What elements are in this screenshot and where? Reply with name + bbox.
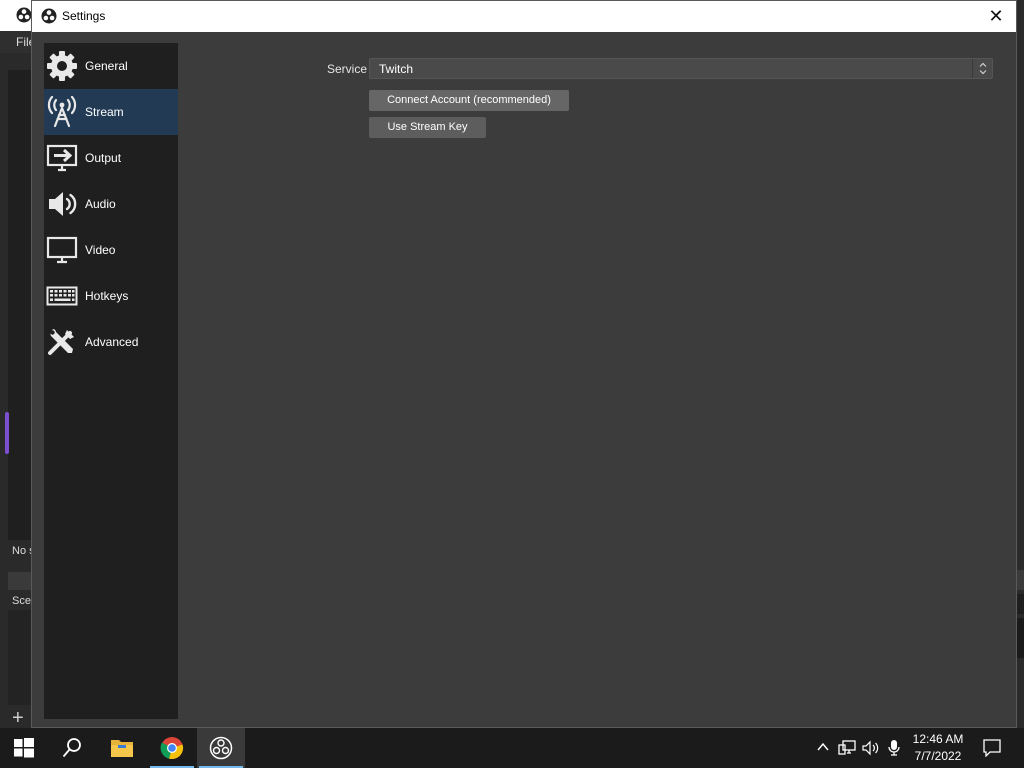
speaker-icon <box>46 188 78 220</box>
taskbar-file-explorer[interactable] <box>98 728 146 768</box>
start-button[interactable] <box>0 728 48 768</box>
output-icon <box>46 142 78 174</box>
close-icon: ✕ <box>988 6 1004 26</box>
dialog-title: Settings <box>62 9 106 23</box>
sidebar-item-audio[interactable]: Audio <box>44 181 178 227</box>
sidebar-item-general[interactable]: General <box>44 43 178 89</box>
service-label: Service <box>327 62 368 76</box>
sidebar-item-label: General <box>85 59 128 73</box>
clock-time: 12:46 AM <box>912 732 964 746</box>
sidebar-item-label: Audio <box>85 197 116 211</box>
obs-logo-icon <box>16 7 32 26</box>
connect-account-button[interactable]: Connect Account (recommended) <box>369 90 569 111</box>
service-value: Twitch <box>379 62 414 76</box>
add-scene-button[interactable]: + <box>12 708 32 728</box>
sidebar-item-output[interactable]: Output <box>44 135 178 181</box>
sidebar-item-stream[interactable]: Stream <box>44 89 178 135</box>
sidebar-item-label: Video <box>85 243 116 257</box>
use-stream-key-button[interactable]: Use Stream Key <box>369 117 486 138</box>
sidebar-item-label: Stream <box>85 105 124 119</box>
main-menubar: File <box>0 31 35 53</box>
close-button[interactable]: ✕ <box>976 1 1016 32</box>
tools-icon <box>46 326 78 358</box>
preview-accent <box>5 412 9 454</box>
taskbar-chrome[interactable] <box>148 728 196 768</box>
chevron-up-down-icon <box>972 59 992 78</box>
volume-control[interactable] <box>860 728 882 768</box>
sidebar-item-hotkeys[interactable]: Hotkeys <box>44 273 178 319</box>
sidebar-item-label: Advanced <box>85 335 139 349</box>
microphone-status[interactable] <box>884 728 904 768</box>
taskbar-obs[interactable] <box>197 728 245 768</box>
sidebar-item-video[interactable]: Video <box>44 227 178 273</box>
show-hidden-icons-button[interactable] <box>812 728 832 768</box>
antenna-icon <box>46 95 78 128</box>
sidebar-item-label: Output <box>85 151 122 165</box>
obs-logo-icon <box>41 8 57 27</box>
sidebar-item-advanced[interactable]: Advanced <box>44 319 178 365</box>
service-select[interactable]: Twitch <box>369 58 993 79</box>
action-center-button[interactable] <box>978 728 1006 768</box>
keyboard-icon <box>46 280 78 312</box>
dialog-titlebar: Settings ✕ <box>32 1 1016 32</box>
taskbar: 12:46 AM 7/7/2022 <box>0 728 1024 768</box>
sidebar-item-label: Hotkeys <box>85 289 129 303</box>
settings-dialog: Settings ✕ General Stream Output Audio V… <box>31 0 1017 728</box>
system-clock[interactable]: 12:46 AM 7/7/2022 <box>902 731 974 765</box>
clock-date: 7/7/2022 <box>914 749 962 763</box>
search-button[interactable] <box>48 728 96 768</box>
gear-icon <box>46 50 78 82</box>
monitor-icon <box>46 234 78 266</box>
network-status[interactable] <box>836 728 858 768</box>
settings-sidebar: General Stream Output Audio Video Hotkey… <box>44 43 178 719</box>
